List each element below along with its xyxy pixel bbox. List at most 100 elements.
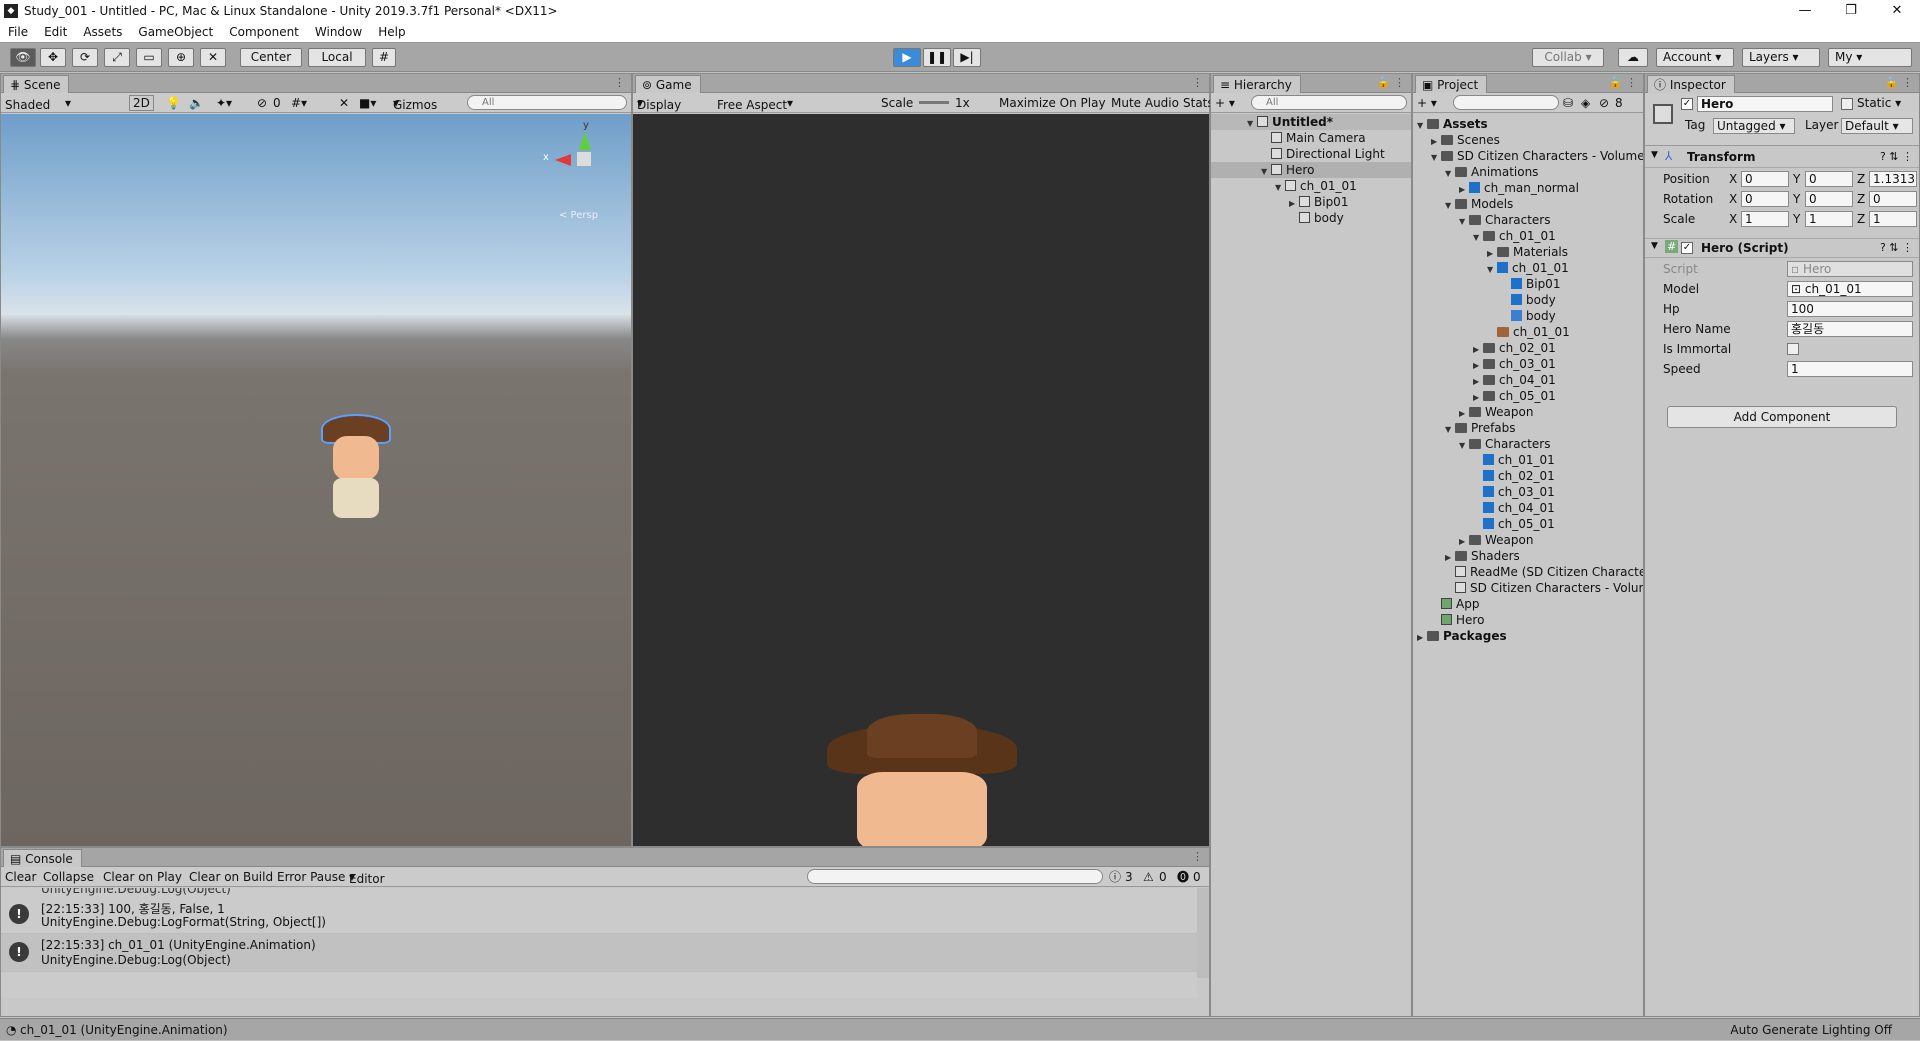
project-item[interactable]: ▼ Characters — [1459, 436, 1551, 452]
scale-y-axis-label[interactable]: Y — [1793, 210, 1800, 228]
console-search-input[interactable] — [807, 869, 1103, 884]
rotation-x-input[interactable]: 0 — [1741, 191, 1789, 207]
project-item[interactable]: ch_03_01 — [1473, 484, 1555, 500]
hierarchy-item[interactable]: Directional Light — [1271, 146, 1385, 162]
project-item[interactable]: Bip01 — [1501, 276, 1560, 292]
tab-game[interactable]: ⊚ Game — [635, 75, 701, 93]
log-entry[interactable]: ! [22:15:33] 100, 홍길동, False, 1 UnityEng… — [1, 896, 1197, 934]
component-menu-icon[interactable]: ? ⇅ ⋮ — [1880, 150, 1913, 163]
menu-window[interactable]: Window — [307, 25, 370, 39]
layer-dropdown[interactable]: Default ▾ — [1841, 118, 1913, 134]
expand-arrow-icon[interactable]: ▼ — [1275, 180, 1285, 196]
play-button[interactable]: ▶ — [893, 48, 921, 67]
component-enabled-checkbox[interactable]: ✓ — [1681, 242, 1693, 254]
clear-button[interactable]: Clear — [5, 869, 36, 885]
menu-gameobject[interactable]: GameObject — [130, 25, 221, 39]
project-item[interactable]: ▼ Models — [1445, 196, 1513, 212]
scene-gizmo-icon[interactable]: y x < Persp — [521, 114, 621, 221]
scale-z-axis-label[interactable]: Z — [1857, 210, 1865, 228]
project-item[interactable]: ch_04_01 — [1473, 500, 1555, 516]
scene-search-input[interactable]: All — [467, 95, 627, 110]
transform-tool-icon[interactable]: ⊕ — [168, 48, 194, 67]
pivot-local-button[interactable]: Local — [308, 48, 366, 67]
filter-label-icon[interactable]: ◈ — [1581, 95, 1590, 111]
hp-input[interactable]: 100 — [1787, 301, 1913, 317]
close-button[interactable]: ✕ — [1874, 0, 1920, 22]
component-menu-icon[interactable]: ? ⇅ ⋮ — [1880, 241, 1913, 254]
position-z-input[interactable]: 1.13137 — [1869, 171, 1917, 187]
panel-menu-icon[interactable]: 🔒 ⋮ — [1609, 76, 1637, 89]
maximize-button[interactable]: ❐ — [1828, 0, 1874, 22]
menu-edit[interactable]: Edit — [36, 25, 75, 39]
rotation-z-input[interactable]: 0 — [1869, 191, 1917, 207]
camera-icon[interactable]: ■▾ — [359, 95, 376, 111]
create-dropdown[interactable]: + ▾ — [1215, 95, 1235, 111]
editor-dropdown[interactable]: Editor ▾ — [349, 869, 385, 886]
hidden-packages-icon[interactable]: ⊘ — [1599, 95, 1609, 111]
transform-header[interactable]: ▼ ⅄ Transform ? ⇅ ⋮ — [1645, 148, 1919, 168]
cloud-icon[interactable]: ☁ — [1618, 48, 1648, 67]
scale-y-input[interactable]: 1 — [1805, 211, 1853, 227]
2d-toggle[interactable]: 2D — [129, 95, 154, 111]
active-checkbox[interactable]: ✓ — [1681, 98, 1693, 110]
project-item[interactable]: ch_01_01 — [1473, 452, 1555, 468]
expand-arrow-icon[interactable]: ▶ — [1289, 196, 1299, 212]
rotate-tool-icon[interactable]: ⟳ — [72, 48, 98, 67]
audio-icon[interactable]: 🔈 — [189, 95, 204, 111]
panel-menu-icon[interactable]: ⋮ — [614, 76, 625, 89]
lighting-icon[interactable]: 💡 — [166, 95, 181, 111]
account-dropdown[interactable]: Account ▾ — [1656, 48, 1734, 67]
status-message[interactable]: ch_01_01 (UnityEngine.Animation) — [20, 1019, 228, 1041]
scene-root[interactable]: ▼ Untitled* — [1211, 114, 1411, 130]
grid-icon[interactable]: #▾ — [291, 95, 307, 111]
panel-menu-icon[interactable]: 🔒 ⋮ — [1377, 76, 1405, 89]
error-pause-button[interactable]: Error Pause — [277, 869, 345, 885]
scale-slider[interactable] — [919, 101, 949, 104]
maximize-on-play-toggle[interactable]: Maximize On Play — [999, 95, 1106, 111]
project-item[interactable]: ▶ Materials — [1487, 244, 1568, 260]
panel-menu-icon[interactable]: 🔒 ⋮ — [1885, 76, 1913, 89]
project-item[interactable]: ▶ ch_02_01 — [1473, 340, 1556, 356]
project-item[interactable]: ch_05_01 — [1473, 516, 1555, 532]
tab-scene[interactable]: ⋕ Scene — [3, 75, 70, 93]
project-item[interactable]: ReadMe (SD Citizen Characters — [1445, 564, 1643, 580]
position-y-input[interactable]: 0 — [1805, 171, 1853, 187]
add-component-button[interactable]: Add Component — [1667, 406, 1897, 428]
scale-x-axis-label[interactable]: X — [1729, 210, 1737, 228]
expand-arrow-icon[interactable]: ▼ — [1261, 164, 1271, 180]
effects-icon[interactable]: ✦▾ — [216, 95, 232, 111]
rotation-x-axis-label[interactable]: X — [1729, 190, 1737, 208]
expand-arrow-icon[interactable]: ▼ — [1247, 116, 1257, 132]
rect-tool-icon[interactable]: ▭ — [136, 48, 162, 67]
rotation-z-axis-label[interactable]: Z — [1857, 190, 1865, 208]
hierarchy-item[interactable]: ▶ Bip01 — [1289, 194, 1348, 210]
filter-type-icon[interactable]: ⛁ — [1563, 95, 1573, 111]
pivot-center-button[interactable]: Center — [240, 48, 302, 67]
project-item[interactable]: ▶ Scenes — [1431, 132, 1500, 148]
project-item[interactable]: ▶ ch_03_01 — [1473, 356, 1556, 372]
tab-inspector[interactable]: ⓘ Inspector — [1647, 75, 1735, 93]
menu-file[interactable]: File — [0, 25, 36, 39]
project-item[interactable]: App — [1431, 596, 1479, 612]
project-item[interactable]: ▶ Weapon — [1459, 404, 1533, 420]
hierarchy-search-input[interactable]: All — [1251, 95, 1407, 110]
expand-arrow-icon[interactable]: ▶ — [1417, 630, 1427, 646]
project-item[interactable]: ▶ Weapon — [1459, 532, 1533, 548]
project-item[interactable]: body — [1501, 292, 1556, 308]
game-viewport[interactable] — [633, 114, 1209, 846]
project-item[interactable]: ▶ Shaders — [1445, 548, 1520, 564]
position-x-axis-label[interactable]: X — [1729, 170, 1737, 188]
project-item[interactable]: Hero — [1431, 612, 1484, 628]
expand-arrow-icon[interactable]: ▼ — [1459, 214, 1469, 230]
layers-dropdown[interactable]: Layers ▾ — [1742, 48, 1820, 67]
project-search-input[interactable] — [1453, 95, 1559, 110]
rotation-y-axis-label[interactable]: Y — [1793, 190, 1800, 208]
project-item[interactable]: ch_02_01 — [1473, 468, 1555, 484]
layout-dropdown[interactable]: My ▾ — [1828, 48, 1912, 67]
shading-mode-dropdown[interactable]: Shaded ▾ — [5, 95, 71, 112]
expand-arrow-icon[interactable]: ▼ — [1487, 262, 1497, 278]
project-item[interactable]: ▼ ch_01_01 — [1473, 228, 1556, 244]
model-field[interactable]: ⊡ ch_01_01 — [1787, 281, 1913, 297]
speed-input[interactable]: 1 — [1787, 361, 1913, 377]
project-item[interactable]: SD Citizen Characters - Volum — [1445, 580, 1643, 596]
